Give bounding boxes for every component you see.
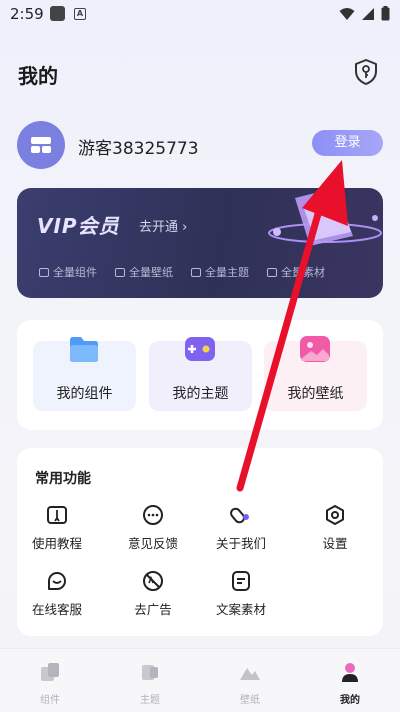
tutorial-button[interactable]: 使用教程	[17, 504, 97, 554]
vip-title: VIP会员	[37, 214, 120, 238]
settings-button[interactable]: 设置	[295, 504, 375, 554]
vip-feature: 全量组件	[39, 264, 97, 280]
vip-feature: 全量主题	[191, 264, 249, 280]
avatar-icon	[31, 137, 51, 153]
book-icon	[47, 506, 67, 524]
common-functions-card: 常用功能 使用教程 意见反馈 关于我们 设置 在线客服 去广告 文案素材	[17, 448, 383, 636]
gear-icon	[326, 505, 344, 525]
signal-icon	[362, 7, 374, 20]
tab-wallpapers[interactable]: 壁纸	[220, 661, 280, 706]
online-service-button[interactable]: 在线客服	[17, 570, 97, 620]
document-icon	[232, 571, 250, 591]
vip-open-link[interactable]: 去开通 ›	[139, 216, 187, 235]
page-title: 我的	[18, 64, 58, 88]
tab-themes[interactable]: 主题	[120, 661, 180, 706]
chat-bubble-icon	[143, 505, 163, 525]
section-title: 常用功能	[35, 471, 91, 487]
gamepad-icon	[185, 337, 215, 361]
my-themes-button[interactable]: 我的主题	[149, 337, 252, 411]
avatar[interactable]	[17, 121, 65, 169]
feedback-button[interactable]: 意见反馈	[113, 504, 193, 554]
notification-icon	[50, 6, 65, 21]
username: 游客38325773	[78, 139, 199, 159]
material-icon	[267, 267, 277, 277]
folder-icon	[70, 337, 98, 362]
status-badge-icon: A	[74, 8, 86, 20]
my-widgets-button[interactable]: 我的组件	[33, 337, 136, 411]
remove-ads-button[interactable]: 去广告	[113, 570, 193, 620]
grid-icon	[39, 267, 49, 277]
vip-card[interactable]: VIP会员 去开通 › 全量组件 全量壁纸 全量主题 全量素材	[17, 188, 383, 298]
about-us-button[interactable]: 关于我们	[201, 504, 281, 554]
vip-feature: 全量素材	[267, 264, 325, 280]
status-bar: 2:59 A	[0, 0, 400, 28]
link-icon	[230, 507, 249, 524]
battery-icon	[381, 6, 390, 21]
tab-widgets[interactable]: 组件	[20, 661, 80, 706]
my-wallpapers-button[interactable]: 我的壁纸	[264, 336, 367, 411]
vip-features: 全量组件 全量壁纸 全量主题 全量素材	[39, 264, 325, 280]
tab-mine[interactable]: 我的	[320, 661, 380, 706]
copywriting-button[interactable]: 文案素材	[201, 570, 281, 620]
theme-icon	[191, 267, 201, 277]
image-icon	[115, 267, 125, 277]
widgets-tab-icon	[41, 663, 59, 681]
wallpapers-tab-icon	[240, 668, 260, 680]
vip-feature: 全量壁纸	[115, 264, 173, 280]
bottom-tab-bar: 组件 主题 壁纸 我的	[0, 648, 400, 712]
login-button[interactable]: 登录	[312, 130, 383, 156]
vip-decoration-icon	[268, 188, 382, 246]
customer-service-icon	[48, 572, 66, 590]
profile-tab-icon	[342, 663, 358, 682]
picture-icon	[300, 336, 330, 362]
wifi-icon	[339, 7, 355, 20]
no-ads-icon	[143, 571, 163, 591]
themes-tab-icon	[142, 665, 158, 680]
status-time: 2:59	[10, 5, 44, 23]
quick-access-card: 我的组件 我的主题 我的壁纸	[17, 320, 383, 430]
shield-key-icon[interactable]	[352, 58, 380, 86]
